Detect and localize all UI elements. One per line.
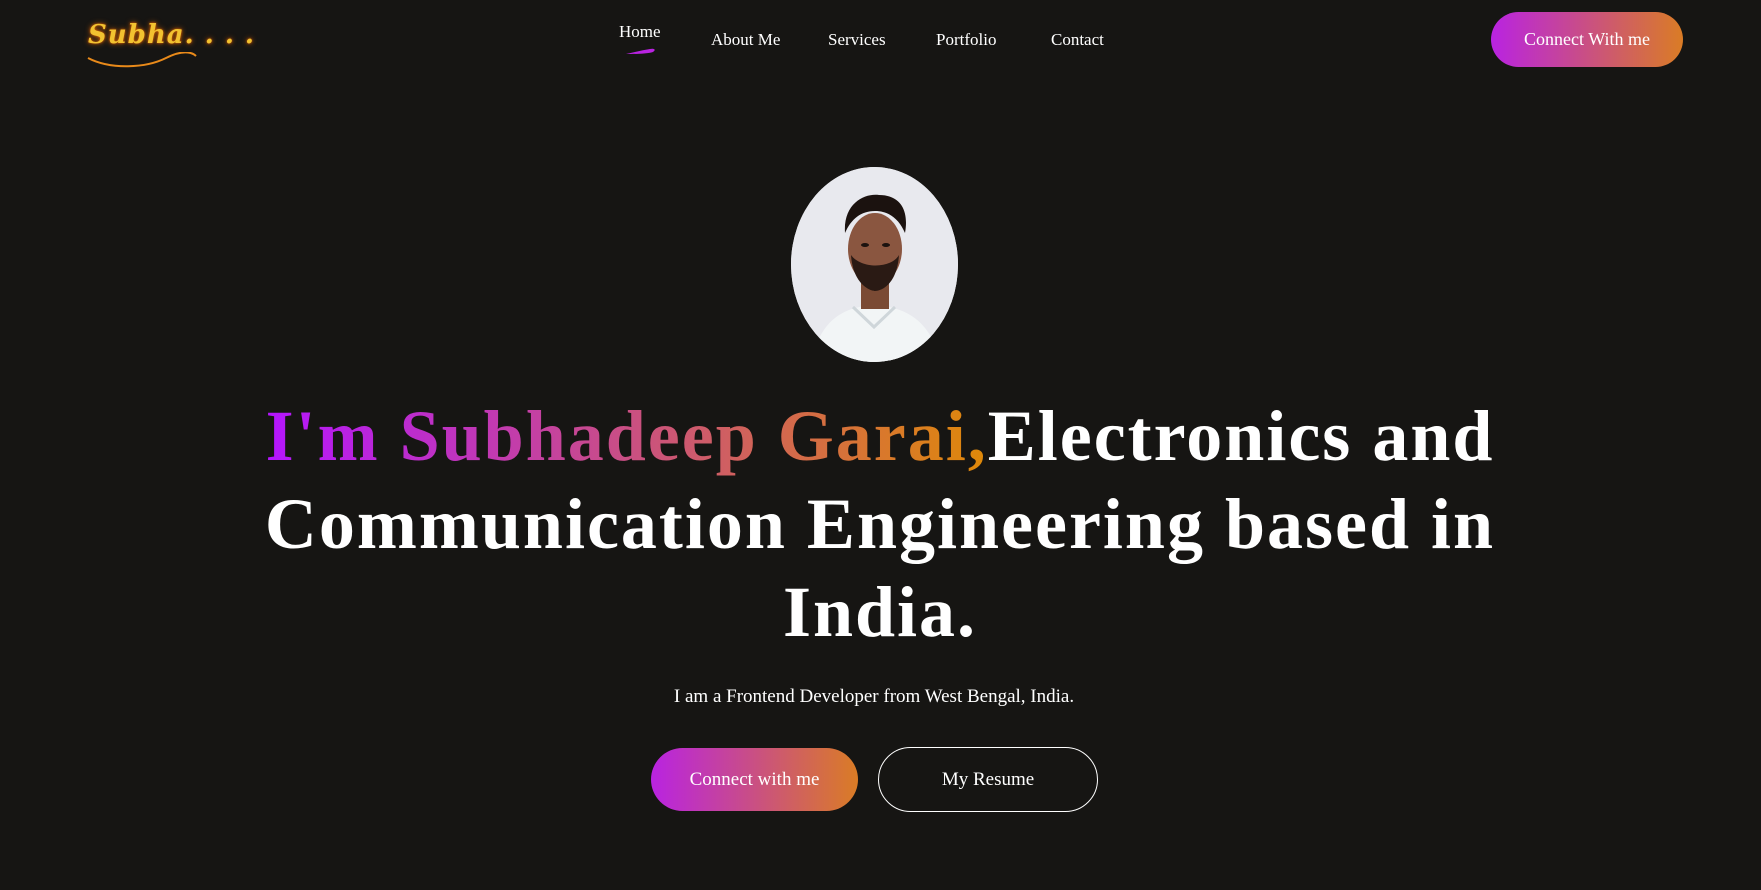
- nav-services[interactable]: Services: [828, 30, 886, 50]
- hero-subtitle: I am a Frontend Developer from West Beng…: [673, 686, 1075, 707]
- logo-text: Subha. . . .: [88, 20, 255, 50]
- nav-services-label: Services: [828, 30, 886, 49]
- nav-home-label: Home: [619, 22, 661, 41]
- active-underline-icon: [626, 48, 655, 54]
- profile-photo: [791, 167, 958, 362]
- hero-title: I'm Subhadeep Garai,Electronics and Comm…: [230, 392, 1530, 656]
- navbar: Subha. . . . Home About Me Services Port…: [0, 0, 1761, 80]
- logo[interactable]: Subha. . . .: [86, 18, 254, 70]
- hero-title-name: I'm Subhadeep Garai,: [265, 396, 988, 476]
- nav-home[interactable]: Home: [619, 22, 661, 54]
- nav-contact[interactable]: Contact: [1051, 30, 1104, 50]
- profile-photo-icon: [791, 167, 958, 362]
- my-resume-button[interactable]: My Resume: [878, 747, 1098, 812]
- nav-contact-label: Contact: [1051, 30, 1104, 49]
- nav-about-me-label: About Me: [711, 30, 781, 49]
- nav-portfolio-label: Portfolio: [936, 30, 997, 49]
- nav-about-me[interactable]: About Me: [711, 30, 780, 50]
- logo-swoosh-icon: [87, 52, 197, 68]
- nav-portfolio[interactable]: Portfolio: [936, 30, 996, 50]
- connect-with-me-nav-button[interactable]: Connect With me: [1491, 12, 1683, 67]
- connect-with-me-button[interactable]: Connect with me: [651, 748, 858, 811]
